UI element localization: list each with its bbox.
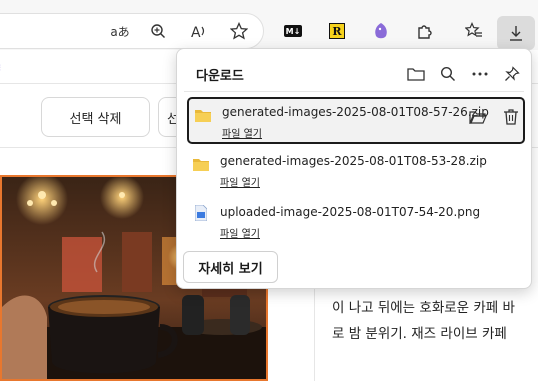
zoom-icon[interactable] <box>147 20 169 42</box>
downloads-title: 다운로드 <box>196 69 244 84</box>
r-extension-label: R <box>329 23 345 39</box>
description-line-2: 로 밤 분위기. 재즈 라이브 카페 <box>332 326 507 342</box>
read-aloud-glyph: aあ <box>110 24 130 39</box>
downloads-icon <box>505 22 527 44</box>
favorites-icon[interactable] <box>463 20 485 42</box>
show-in-folder-icon[interactable] <box>467 107 489 127</box>
zip-folder-icon <box>195 107 211 122</box>
address-bar[interactable] <box>0 13 264 49</box>
menu-dots-icon[interactable]: ⁝ <box>0 63 4 74</box>
read-aloud-icon[interactable]: A <box>188 20 210 42</box>
markdown-extension-icon[interactable]: M↓ <box>282 20 304 42</box>
download-item[interactable]: generated-images-2025-08-01T08-53-28.zip… <box>187 148 525 195</box>
description-line-1: 이 나고 뒤에는 호화로운 카페 바 <box>332 300 515 316</box>
image-file-icon <box>194 204 211 222</box>
open-file-link[interactable]: 파일 열기 <box>220 174 260 189</box>
open-file-link[interactable]: 파일 열기 <box>222 125 262 140</box>
see-more-label: 자세히 보기 <box>198 261 263 277</box>
bird-extension-icon[interactable] <box>370 20 392 42</box>
downloads-divider <box>184 91 524 92</box>
file-name: generated-images-2025-08-01T08-57-26.zip <box>222 105 489 119</box>
open-file-link[interactable]: 파일 열기 <box>220 225 260 240</box>
extensions-icon[interactable] <box>413 20 435 42</box>
folder-icon[interactable] <box>405 64 427 84</box>
markdown-extension-label: M↓ <box>284 25 302 37</box>
search-icon[interactable] <box>437 64 459 84</box>
download-item[interactable]: uploaded-image-2025-08-01T07-54-20.png 파… <box>187 199 525 246</box>
read-aloud-language-icon[interactable]: aあ <box>109 20 131 42</box>
file-name: generated-images-2025-08-01T08-53-28.zip <box>220 154 487 168</box>
pin-icon[interactable] <box>501 64 523 84</box>
see-more-button[interactable]: 자세히 보기 <box>183 251 278 283</box>
favorite-star-icon[interactable] <box>228 20 250 42</box>
r-extension-icon[interactable]: R <box>326 20 348 42</box>
delete-selected-button[interactable]: 선택 삭제 <box>41 97 150 137</box>
svg-text:A: A <box>191 25 201 39</box>
delete-icon[interactable] <box>500 107 522 127</box>
zip-folder-icon <box>193 156 209 171</box>
file-name: uploaded-image-2025-08-01T07-54-20.png <box>220 205 481 219</box>
download-item[interactable]: generated-images-2025-08-01T08-57-26.zip… <box>187 97 525 144</box>
delete-selected-label: 선택 삭제 <box>69 111 122 127</box>
more-icon[interactable] <box>469 64 491 84</box>
